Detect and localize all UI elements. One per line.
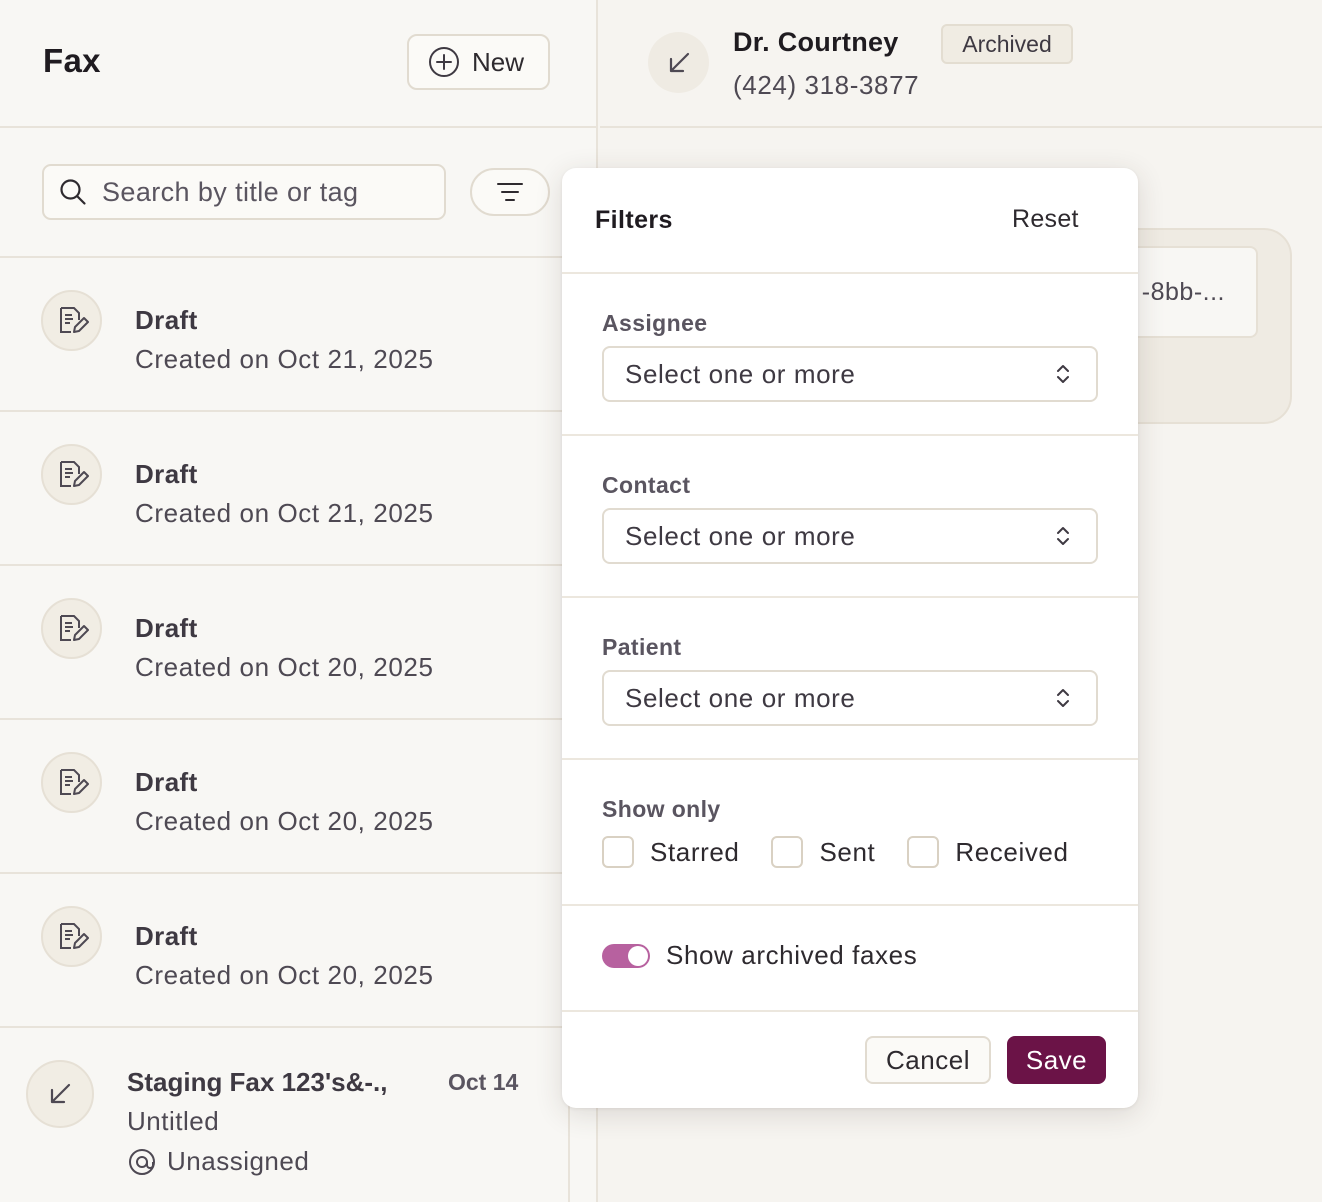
item-title: Draft: [135, 921, 198, 951]
contact-select[interactable]: Select one or more: [602, 508, 1098, 564]
contact-section: Contact Select one or more: [562, 436, 1138, 598]
page-title: Fax: [43, 42, 101, 79]
reset-button[interactable]: Reset: [1012, 205, 1079, 234]
sent-checkbox[interactable]: Sent: [771, 836, 875, 868]
item-title: Draft: [135, 305, 198, 335]
checkbox-label: Sent: [819, 836, 876, 867]
checkbox-box[interactable]: [602, 836, 634, 868]
contact-name[interactable]: Dr. Courtney: [733, 27, 899, 58]
show-only-label: Show only: [602, 796, 721, 822]
assignee-section: Assignee Select one or more: [562, 274, 1138, 436]
toggle-knob: [628, 945, 648, 966]
item-created-date: Created on Oct 20, 2025: [135, 652, 434, 682]
show-archived-row: Show archived faxes: [602, 940, 917, 971]
item-created-date: Created on Oct 21, 2025: [135, 498, 434, 528]
checkbox-box[interactable]: [907, 836, 940, 868]
show-archived-toggle[interactable]: [602, 943, 650, 968]
item-created-date: Created on Oct 20, 2025: [135, 960, 434, 990]
item-date: Oct 14: [448, 1069, 519, 1095]
incoming-arrow-icon: [648, 32, 709, 93]
show-only-options: Starred Sent Received: [602, 836, 1101, 868]
contact-label: Contact: [602, 472, 691, 498]
starred-checkbox[interactable]: Starred: [602, 836, 739, 868]
list-item[interactable]: Draft Created on Oct 20, 2025: [0, 874, 598, 1028]
list-item[interactable]: Draft Created on Oct 20, 2025: [0, 566, 598, 720]
list-item[interactable]: Draft Created on Oct 21, 2025: [0, 412, 598, 566]
assignee-select-value: Select one or more: [625, 358, 856, 389]
filters-popover: Filters Reset Assignee Select one or mor…: [562, 168, 1138, 1108]
show-archived-label: Show archived faxes: [666, 940, 918, 970]
item-created-date: Created on Oct 20, 2025: [135, 806, 434, 836]
save-button[interactable]: Save: [1007, 1036, 1106, 1084]
draft-document-icon: [41, 906, 102, 967]
draft-document-icon: [41, 444, 102, 505]
filters-title: Filters: [595, 206, 673, 234]
show-only-section: Show only Starred Sent Received: [562, 760, 1138, 906]
new-fax-button[interactable]: New: [407, 34, 550, 90]
contact-phone: (424) 318-3877: [733, 70, 920, 100]
list-item[interactable]: Draft Created on Oct 21, 2025: [0, 258, 598, 412]
patient-select[interactable]: Select one or more: [602, 670, 1098, 726]
item-title: Draft: [135, 459, 198, 489]
draft-document-icon: [41, 290, 102, 351]
patient-label: Patient: [602, 634, 682, 660]
item-title: Draft: [135, 767, 198, 797]
search-input[interactable]: [102, 176, 422, 208]
plus-circle-icon: [428, 46, 460, 78]
detail-header: Dr. Courtney (424) 318-3877 Archived: [600, 0, 1322, 128]
contact-select-value: Select one or more: [625, 520, 856, 551]
draft-document-icon: [41, 752, 102, 813]
archived-section: Show archived faxes: [562, 906, 1138, 1012]
search-icon: [58, 177, 88, 207]
draft-document-icon: [41, 598, 102, 659]
checkbox-label: Received: [955, 836, 1069, 867]
assignee-select[interactable]: Select one or more: [602, 346, 1098, 402]
chevron-up-down-icon: [1056, 362, 1070, 386]
checkbox-label: Starred: [650, 836, 740, 867]
chevron-up-down-icon: [1056, 524, 1070, 548]
item-title: Draft: [135, 613, 198, 643]
filters-header: Filters Reset: [562, 168, 1138, 274]
at-sign-icon: [127, 1147, 157, 1177]
item-subtitle: Untitled: [127, 1106, 220, 1136]
checkbox-box[interactable]: [771, 836, 804, 868]
list-header: Fax New: [0, 0, 598, 128]
received-checkbox[interactable]: Received: [907, 836, 1068, 868]
assignee-row: Unassigned: [127, 1146, 309, 1177]
assignee-label: Assignee: [602, 310, 708, 336]
new-button-label: New: [472, 46, 525, 77]
fax-list-pane: Fax New Draft Created on Oct 21, 2025 Dr…: [0, 0, 598, 1202]
cancel-button[interactable]: Cancel: [865, 1036, 991, 1084]
assignee-label: Unassigned: [167, 1146, 310, 1176]
patient-select-value: Select one or more: [625, 682, 856, 713]
list-item[interactable]: Staging Fax 123's&-., Oct 14 Untitled Un…: [0, 1028, 570, 1202]
incoming-arrow-icon: [26, 1060, 94, 1128]
patient-section: Patient Select one or more: [562, 598, 1138, 760]
item-title: Staging Fax 123's&-.,: [127, 1067, 388, 1097]
status-badge: Archived: [941, 24, 1073, 64]
filters-footer: Cancel Save: [562, 1012, 1138, 1108]
search-field[interactable]: [42, 164, 446, 220]
list-item[interactable]: Draft Created on Oct 20, 2025: [0, 720, 598, 874]
filter-button[interactable]: [470, 168, 550, 216]
chevron-up-down-icon: [1056, 686, 1070, 710]
item-created-date: Created on Oct 21, 2025: [135, 344, 434, 374]
filter-lines-icon: [496, 181, 524, 203]
